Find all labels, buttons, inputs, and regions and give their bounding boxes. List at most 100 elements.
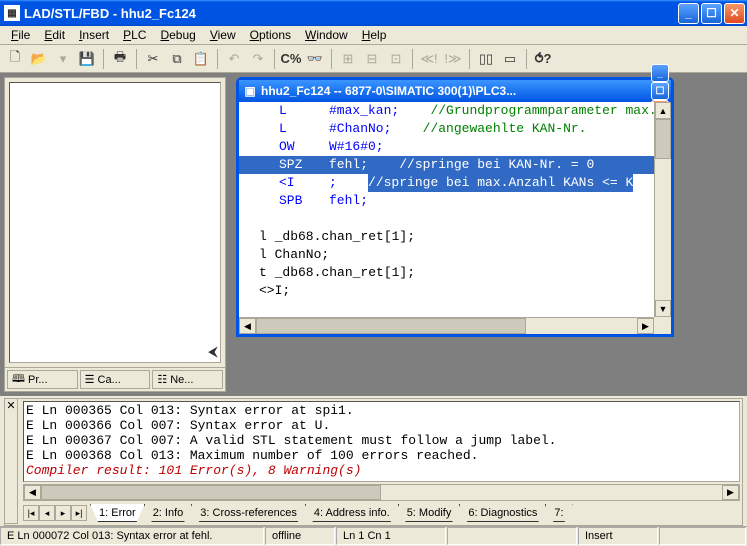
view-detail-icon[interactable]: ▭ — [499, 48, 521, 70]
output-tab[interactable]: 5: Modify — [398, 504, 461, 522]
output-tab[interactable]: 1: Error — [90, 504, 145, 522]
tab-last-icon[interactable]: ▸| — [71, 505, 87, 521]
error-line[interactable]: E Ln 000365 Col 013: Syntax error at spi… — [24, 403, 739, 418]
compiler-summary: Compiler result: 101 Error(s), 8 Warning… — [24, 463, 739, 478]
status-insert: Insert — [578, 527, 658, 545]
menu-view[interactable]: View — [203, 26, 243, 44]
menu-file[interactable]: File — [4, 26, 37, 44]
output-tab[interactable]: 4: Address info. — [305, 504, 399, 522]
program-elements-tree[interactable]: ⮜ — [9, 82, 221, 363]
cut-icon[interactable]: ✂ — [142, 48, 164, 70]
list-icon: ☰ — [85, 373, 95, 386]
undo-icon[interactable]: ↶ — [223, 48, 245, 70]
menu-debug[interactable]: Debug — [153, 26, 202, 44]
output-tab[interactable]: 2: Info — [144, 504, 193, 522]
code-line[interactable]: <I; //springe bei max.Anzahl KANs <= K — [239, 174, 671, 192]
error-line[interactable]: E Ln 000368 Col 013: Maximum number of 1… — [24, 448, 739, 463]
tab-first-icon[interactable]: |◂ — [23, 505, 39, 521]
menu-bar: File Edit Insert PLC Debug View Options … — [0, 26, 747, 45]
monitor-icon[interactable]: 👓 — [304, 48, 326, 70]
code-line[interactable]: l ChanNo; — [239, 246, 671, 264]
copy-icon[interactable]: ⧉ — [166, 48, 188, 70]
output-tab[interactable]: 3: Cross-references — [191, 504, 306, 522]
scroll-down-icon[interactable]: ▼ — [655, 300, 671, 317]
output-tab[interactable]: 7: — [545, 504, 572, 522]
scroll-right-icon[interactable]: ▶ — [637, 318, 654, 334]
left-panel-tabs: 🕮Pr... ☰Ca... ☷Ne... — [5, 367, 225, 391]
editor-minimize-button[interactable]: _ — [651, 64, 669, 82]
code-line[interactable]: t _db68.chan_ret[1]; — [239, 264, 671, 282]
menu-plc[interactable]: PLC — [116, 26, 153, 44]
symbol-icon[interactable]: ⊡ — [385, 48, 407, 70]
tree-icon: ☷ — [157, 373, 167, 386]
code-line[interactable]: OWW#16#0; — [239, 138, 671, 156]
menu-window[interactable]: Window — [298, 26, 355, 44]
output-panel: ✕ E Ln 000365 Col 013: Syntax error at s… — [4, 398, 743, 526]
new-icon[interactable]: 🗋 — [4, 48, 26, 70]
status-blank1 — [447, 527, 577, 545]
code-line[interactable]: L#ChanNo; //angewaehlte KAN-Nr. — [239, 120, 671, 138]
open-online-icon[interactable]: ▾ — [52, 48, 74, 70]
window-title: LAD/STL/FBD - hhu2_Fc124 — [24, 6, 678, 21]
menu-options[interactable]: Options — [243, 26, 298, 44]
tab-next-icon[interactable]: ▸ — [55, 505, 71, 521]
output-close-icon[interactable]: ✕ — [4, 398, 18, 524]
menu-insert[interactable]: Insert — [72, 26, 116, 44]
print-icon[interactable]: 🖶 — [109, 48, 131, 70]
menu-edit[interactable]: Edit — [37, 26, 72, 44]
scroll-up-icon[interactable]: ▲ — [655, 102, 671, 119]
vscroll-thumb[interactable] — [655, 119, 671, 159]
menu-help[interactable]: Help — [355, 26, 394, 44]
error-list[interactable]: E Ln 000365 Col 013: Syntax error at spi… — [23, 401, 740, 482]
error-line[interactable]: E Ln 000366 Col 007: Syntax error at U. — [24, 418, 739, 433]
hscroll-thumb[interactable] — [256, 318, 526, 334]
status-mode: offline — [265, 527, 335, 545]
collapse-icon[interactable]: ⮜ — [208, 343, 218, 360]
scroll-right-icon[interactable]: ▶ — [722, 485, 739, 500]
minimize-button[interactable]: _ — [678, 3, 699, 24]
code-line[interactable] — [239, 210, 671, 228]
help-icon[interactable]: ⥀? — [532, 48, 554, 70]
open-icon[interactable]: 📂 — [28, 48, 50, 70]
tab-prev-icon[interactable]: ◂ — [39, 505, 55, 521]
code-line[interactable]: <>I; — [239, 282, 671, 300]
save-icon[interactable]: 💾 — [76, 48, 98, 70]
editor-titlebar[interactable]: ▣ hhu2_Fc124 -- 6877-0\SIMATIC 300(1)\PL… — [239, 80, 671, 102]
app-icon: ▦ — [4, 5, 20, 21]
code-line[interactable]: SPBfehl; — [239, 192, 671, 210]
tab-program-elements[interactable]: 🕮Pr... — [7, 370, 78, 389]
editor-maximize-button[interactable]: ☐ — [651, 82, 669, 100]
close-button[interactable]: ✕ — [724, 3, 745, 24]
paste-icon[interactable]: 📋 — [190, 48, 212, 70]
code-line[interactable]: l _db68.chan_ret[1]; — [239, 228, 671, 246]
output-hscrollbar[interactable]: ◀ ▶ — [23, 484, 740, 501]
tab-call-structure[interactable]: ☰Ca... — [80, 370, 151, 389]
tab-networks[interactable]: ☷Ne... — [152, 370, 223, 389]
left-panel: ⮜ 🕮Pr... ☰Ca... ☷Ne... — [4, 77, 226, 392]
main-titlebar: ▦ LAD/STL/FBD - hhu2_Fc124 _ ☐ ✕ — [0, 0, 747, 26]
editor-hscrollbar[interactable]: ◀ ▶ — [239, 317, 654, 334]
block-icon: ▣ — [243, 84, 257, 98]
goto-next-icon[interactable]: !≫ — [442, 48, 464, 70]
hscroll-thumb[interactable] — [41, 485, 381, 500]
contact-icon[interactable]: ⊟ — [361, 48, 383, 70]
goto-prev-icon[interactable]: ≪! — [418, 48, 440, 70]
scroll-left-icon[interactable]: ◀ — [239, 318, 256, 334]
scroll-left-icon[interactable]: ◀ — [24, 485, 41, 500]
maximize-button[interactable]: ☐ — [701, 3, 722, 24]
editor-window: ▣ hhu2_Fc124 -- 6877-0\SIMATIC 300(1)\PL… — [236, 77, 674, 337]
view-overview-icon[interactable]: ▯▯ — [475, 48, 497, 70]
redo-icon[interactable]: ↷ — [247, 48, 269, 70]
code-line[interactable]: SPZfehl; //springe bei KAN-Nr. = 0 — [239, 156, 671, 174]
stl-editor[interactable]: L#max_kan; //Grundprogrammparameter max.… — [239, 102, 671, 334]
network-icon[interactable]: ⊞ — [337, 48, 359, 70]
mdi-area: ⮜ 🕮Pr... ☰Ca... ☷Ne... ▣ hhu2_Fc124 -- 6… — [0, 73, 747, 396]
code-line[interactable]: L#max_kan; //Grundprogrammparameter max.… — [239, 102, 671, 120]
status-blank2 — [659, 527, 746, 545]
download-icon[interactable]: C% — [280, 48, 302, 70]
editor-vscrollbar[interactable]: ▲ ▼ — [654, 102, 671, 317]
output-tab[interactable]: 6: Diagnostics — [459, 504, 546, 522]
status-bar: E Ln 000072 Col 013: Syntax error at feh… — [0, 526, 747, 546]
error-line[interactable]: E Ln 000367 Col 007: A valid STL stateme… — [24, 433, 739, 448]
toolbar: 🗋 📂 ▾ 💾 🖶 ✂ ⧉ 📋 ↶ ↷ C% 👓 ⊞ ⊟ ⊡ ≪! !≫ ▯▯ … — [0, 45, 747, 73]
